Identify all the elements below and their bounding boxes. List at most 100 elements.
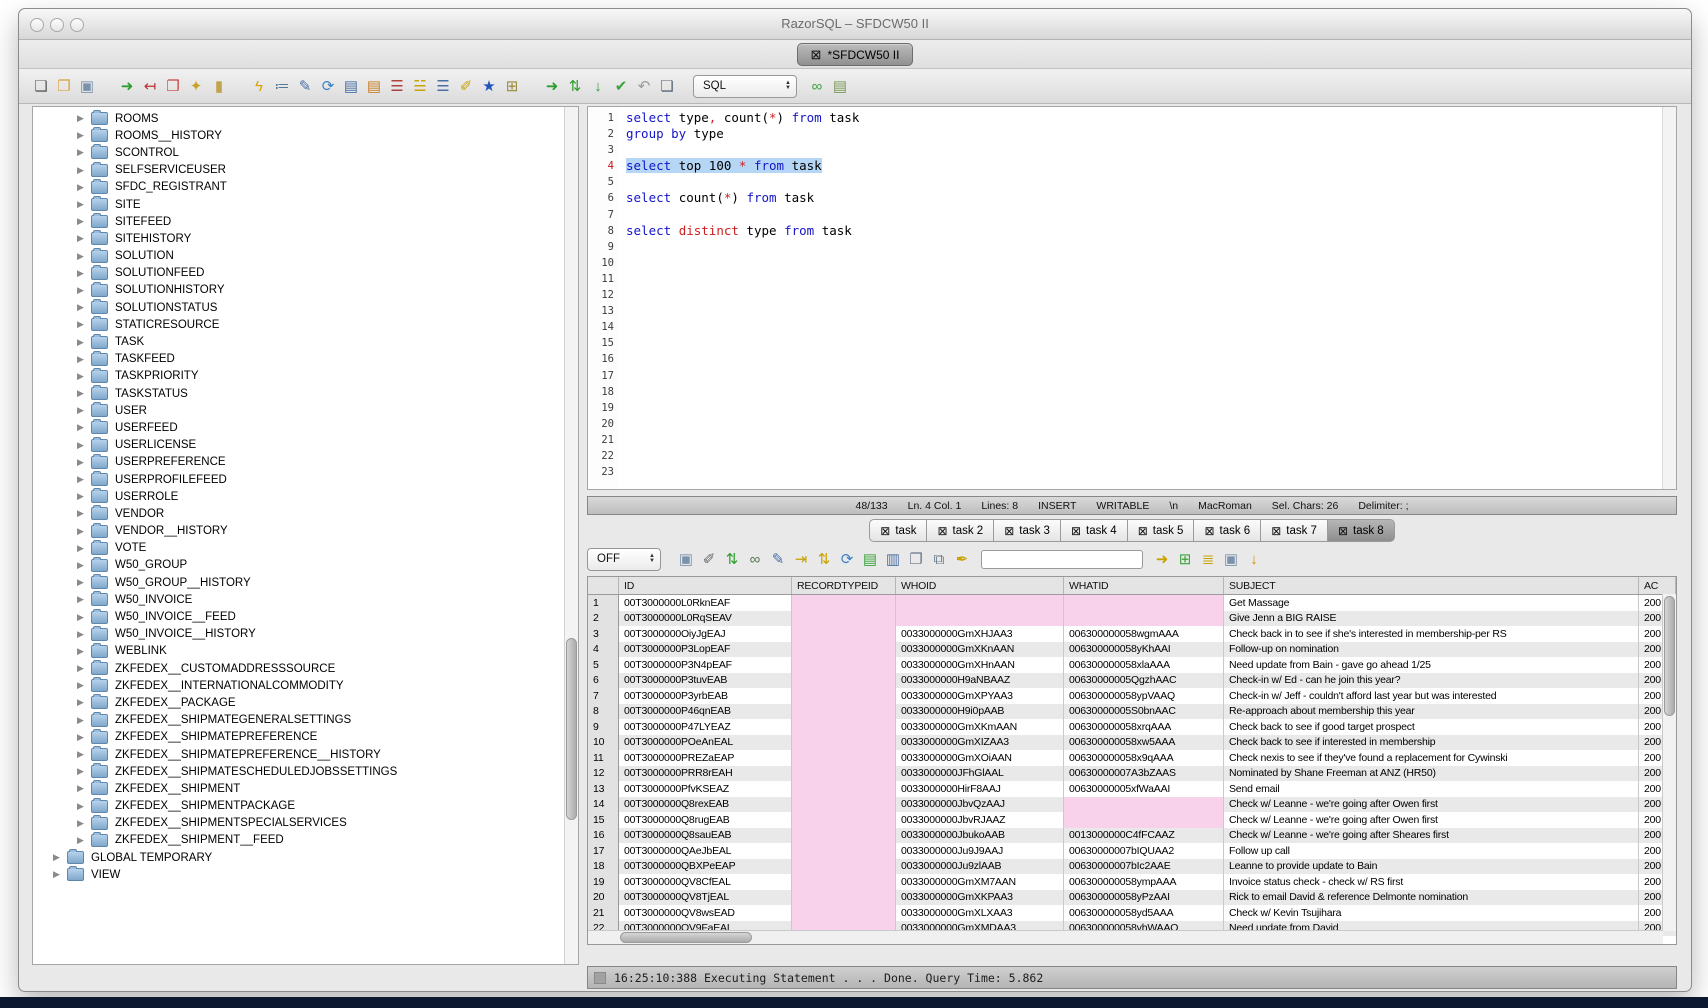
tree-item-w50_invoice__feed[interactable]: ▶W50_INVOICE__FEED bbox=[33, 608, 578, 625]
cell-who[interactable]: 0033000000GmXIZAA3 bbox=[896, 735, 1064, 751]
cell-subj[interactable]: Check-in w/ Jeff - couldn't afford last … bbox=[1224, 688, 1639, 704]
cell-what[interactable] bbox=[1064, 595, 1224, 611]
disclosure-triangle-icon[interactable]: ▶ bbox=[77, 594, 91, 605]
tree-item-rooms[interactable]: ▶ROOMS bbox=[33, 110, 578, 127]
close-tab-icon[interactable]: ⊠ bbox=[1204, 525, 1214, 537]
tree-item-solution[interactable]: ▶SOLUTION bbox=[33, 248, 578, 265]
cell-subj[interactable]: Re-approach about membership this year bbox=[1224, 704, 1639, 720]
column-header-subject[interactable]: SUBJECT bbox=[1224, 577, 1639, 594]
disclosure-triangle-icon[interactable]: ▶ bbox=[53, 869, 67, 880]
next-result-icon[interactable]: ➜ bbox=[1151, 548, 1173, 570]
align-icon[interactable]: ☰ bbox=[432, 75, 454, 97]
close-tab-icon[interactable]: ⊠ bbox=[1271, 525, 1281, 537]
disclosure-triangle-icon[interactable]: ▶ bbox=[77, 818, 91, 829]
code-line[interactable] bbox=[626, 207, 1662, 223]
table-row[interactable]: 1200T3000000PRR8rEAH0033000000JFhGlAAL00… bbox=[588, 766, 1676, 782]
disclosure-triangle-icon[interactable]: ▶ bbox=[77, 801, 91, 812]
disclosure-triangle-icon[interactable]: ▶ bbox=[77, 388, 91, 399]
cell-what[interactable]: 006300000058ypVAAQ bbox=[1064, 688, 1224, 704]
tree-item-user[interactable]: ▶USER bbox=[33, 402, 578, 419]
cell-id[interactable]: 00T3000000Q8rexEAB bbox=[619, 797, 792, 813]
cell-what[interactable]: 006300000058ympAAA bbox=[1064, 874, 1224, 890]
disclosure-triangle-icon[interactable]: ▶ bbox=[77, 715, 91, 726]
disclosure-triangle-icon[interactable]: ▶ bbox=[77, 113, 91, 124]
tree-item-weblink[interactable]: ▶WEBLINK bbox=[33, 643, 578, 660]
editor-scrollbar[interactable] bbox=[1662, 107, 1676, 489]
close-tab-icon[interactable]: ⊠ bbox=[937, 525, 947, 537]
code-line[interactable] bbox=[626, 448, 1662, 464]
close-window-button[interactable] bbox=[30, 18, 44, 32]
disclosure-triangle-icon[interactable]: ▶ bbox=[77, 251, 91, 262]
cell-what[interactable]: 006300000058yd5AAA bbox=[1064, 905, 1224, 921]
tree-item-zkfedex__shipmatepreference[interactable]: ▶ZKFEDEX__SHIPMATEPREFERENCE bbox=[33, 729, 578, 746]
cell-subj[interactable]: Check w/ Leanne - we're going after Shea… bbox=[1224, 828, 1639, 844]
tree-item-solutionstatus[interactable]: ▶SOLUTIONSTATUS bbox=[33, 299, 578, 316]
edit-cell-icon[interactable]: ✎ bbox=[767, 548, 789, 570]
code-line[interactable] bbox=[626, 255, 1662, 271]
cell-id[interactable]: 00T3000000P3tuvEAB bbox=[619, 673, 792, 689]
tree-item-selfserviceuser[interactable]: ▶SELFSERVICEUSER bbox=[33, 162, 578, 179]
cell-who[interactable]: 0033000000JFhGlAAL bbox=[896, 766, 1064, 782]
code-line[interactable]: select top 100 * from task bbox=[626, 158, 1662, 174]
code-line[interactable] bbox=[626, 384, 1662, 400]
new-connection-icon[interactable]: ✦ bbox=[185, 75, 207, 97]
describe-table-icon[interactable]: ▤ bbox=[859, 548, 881, 570]
cell-rtid[interactable] bbox=[792, 828, 896, 844]
cell-subj[interactable]: Check w/ Kevin Tsujihara bbox=[1224, 905, 1639, 921]
tree-item-w50_group__history[interactable]: ▶W50_GROUP__HISTORY bbox=[33, 574, 578, 591]
tree-item-solutionhistory[interactable]: ▶SOLUTIONHISTORY bbox=[33, 282, 578, 299]
cell-what[interactable]: 006300000058xw5AAA bbox=[1064, 735, 1224, 751]
cell-rtid[interactable] bbox=[792, 704, 896, 720]
table-vertical-scrollbar-thumb[interactable] bbox=[1664, 596, 1675, 716]
table-horizontal-scrollbar[interactable] bbox=[588, 930, 1663, 944]
code-line[interactable] bbox=[626, 400, 1662, 416]
book-blue-icon[interactable]: ▤ bbox=[340, 75, 362, 97]
cell-who[interactable] bbox=[896, 611, 1064, 627]
fetch-more-icon[interactable]: ↓ bbox=[1243, 548, 1265, 570]
log-icon[interactable]: ❏ bbox=[656, 75, 678, 97]
cell-who[interactable]: 0033000000H9i0pAAB bbox=[896, 704, 1064, 720]
execute-icon[interactable]: ϟ bbox=[248, 75, 270, 97]
cell-who[interactable]: 0033000000GmXM7AAN bbox=[896, 874, 1064, 890]
cell-who[interactable]: 0033000000GmXPYAA3 bbox=[896, 688, 1064, 704]
cell-rtid[interactable] bbox=[792, 859, 896, 875]
cell-what[interactable]: 006300000058wgmAAA bbox=[1064, 626, 1224, 642]
disclosure-triangle-icon[interactable]: ▶ bbox=[77, 130, 91, 141]
cell-subj[interactable]: Check back in to see if she's interested… bbox=[1224, 626, 1639, 642]
cell-subj[interactable]: Nominated by Shane Freeman at ANZ (HR50) bbox=[1224, 766, 1639, 782]
tree-item-zkfedex__customaddresssource[interactable]: ▶ZKFEDEX__CUSTOMADDRESSSOURCE bbox=[33, 660, 578, 677]
statement-type-select[interactable]: SQL ▲▼ bbox=[693, 75, 797, 98]
cell-rtid[interactable] bbox=[792, 688, 896, 704]
result-tab-task-5[interactable]: ⊠task 5 bbox=[1128, 519, 1195, 542]
disclosure-triangle-icon[interactable]: ▶ bbox=[77, 508, 91, 519]
tree-item-taskstatus[interactable]: ▶TASKSTATUS bbox=[33, 385, 578, 402]
cell-id[interactable]: 00T3000000PREZaEAP bbox=[619, 750, 792, 766]
results-search-input[interactable] bbox=[981, 550, 1143, 569]
cell-who[interactable]: 0033000000JbvQzAAJ bbox=[896, 797, 1064, 813]
cell-id[interactable]: 00T3000000QV8TjEAL bbox=[619, 890, 792, 906]
minimize-window-button[interactable] bbox=[50, 18, 64, 32]
reload-table-icon[interactable]: ⟳ bbox=[836, 548, 858, 570]
disclosure-triangle-icon[interactable]: ▶ bbox=[53, 852, 67, 863]
cell-subj[interactable]: Leanne to provide update to Bain bbox=[1224, 859, 1639, 875]
code-line[interactable] bbox=[626, 368, 1662, 384]
code-line[interactable] bbox=[626, 287, 1662, 303]
cell-id[interactable]: 00T3000000L0RknEAF bbox=[619, 595, 792, 611]
cell-who[interactable]: 0033000000GmXKnAAN bbox=[896, 642, 1064, 658]
column-header-whatid[interactable]: WHATID bbox=[1064, 577, 1224, 594]
sidebar-scrollbar-thumb[interactable] bbox=[566, 638, 577, 820]
tree-item-zkfedex__shipmategeneralsettings[interactable]: ▶ZKFEDEX__SHIPMATEGENERALSETTINGS bbox=[33, 712, 578, 729]
cell-rtid[interactable] bbox=[792, 781, 896, 797]
cell-who[interactable]: 0033000000GmXHnAAN bbox=[896, 657, 1064, 673]
disclosure-triangle-icon[interactable]: ▶ bbox=[77, 165, 91, 176]
cell-rtid[interactable] bbox=[792, 750, 896, 766]
close-document-icon[interactable]: ⊠ bbox=[811, 48, 822, 61]
cell-rtid[interactable] bbox=[792, 905, 896, 921]
refresh-results-icon[interactable]: ⇅ bbox=[721, 548, 743, 570]
log-list-icon[interactable]: ▤ bbox=[829, 75, 851, 97]
copy-table-icon[interactable]: ⧉ bbox=[928, 548, 950, 570]
cell-what[interactable] bbox=[1064, 611, 1224, 627]
key-icon[interactable]: ✒ bbox=[951, 548, 973, 570]
save-results-icon[interactable]: ▣ bbox=[675, 548, 697, 570]
script-icon[interactable]: ≣ bbox=[1197, 548, 1219, 570]
